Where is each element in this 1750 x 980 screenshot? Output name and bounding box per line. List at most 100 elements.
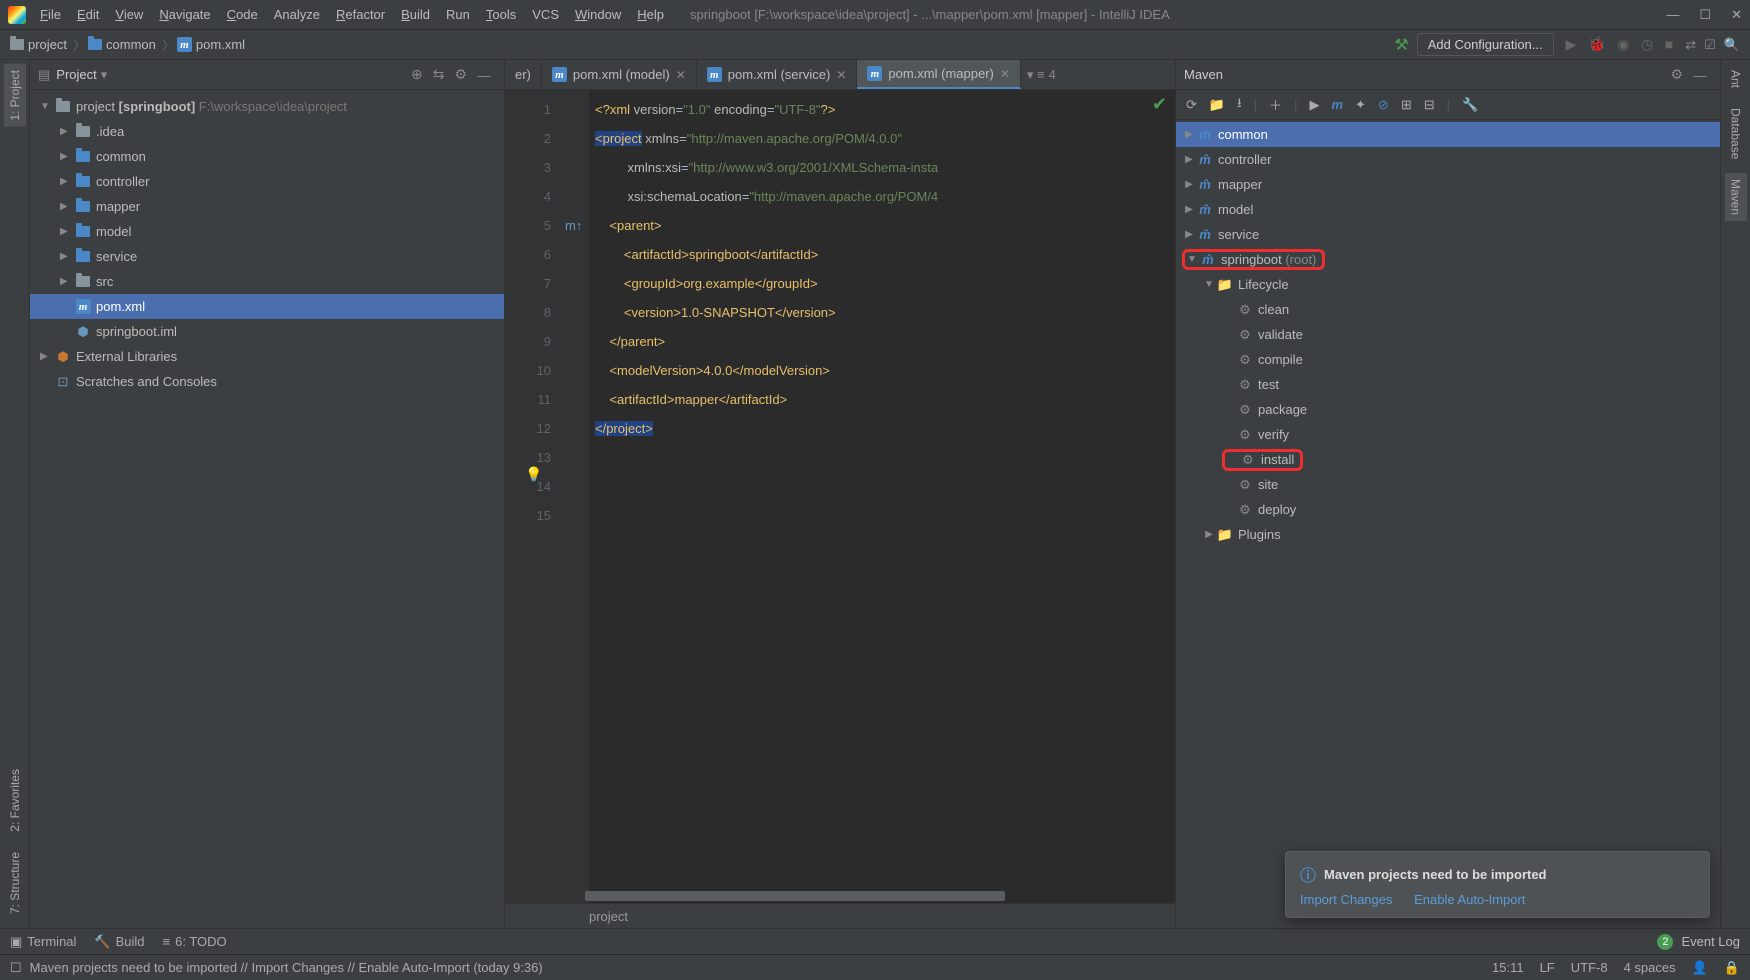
menu-vcs[interactable]: VCS: [526, 5, 565, 24]
event-log-tab[interactable]: Event Log: [1681, 934, 1740, 949]
editor-tab[interactable]: mpom.xml (service)✕: [697, 60, 858, 89]
breadcrumb-item[interactable]: mpom.xml: [177, 37, 245, 52]
minimize-button[interactable]: —: [1666, 7, 1679, 23]
settings-icon[interactable]: ⚙: [454, 66, 467, 83]
caret-position[interactable]: 15:11: [1492, 960, 1524, 975]
download-sources-icon[interactable]: ⭳: [1237, 94, 1242, 116]
project-tree-item[interactable]: ⬢springboot.iml: [30, 319, 504, 344]
close-button[interactable]: ✕: [1731, 7, 1742, 23]
code-editor[interactable]: <?xml version="1.0" encoding="UTF-8"?><p…: [589, 90, 1175, 903]
close-tab-icon[interactable]: ✕: [676, 68, 686, 82]
indent-info[interactable]: 4 spaces: [1624, 960, 1676, 975]
maven-tree-item[interactable]: ⚙install: [1176, 447, 1720, 472]
editor-tab[interactable]: mpom.xml (model)✕: [542, 60, 697, 89]
maximize-button[interactable]: ☐: [1699, 7, 1711, 23]
run-maven-icon[interactable]: ▶: [1309, 97, 1319, 113]
build-icon[interactable]: ⚒: [1394, 35, 1408, 55]
maven-tree-item[interactable]: ▶m̂mapper: [1176, 172, 1720, 197]
vcs-commit-icon[interactable]: ☑: [1704, 37, 1716, 53]
menu-build[interactable]: Build: [395, 5, 436, 24]
favorites-tool-tab[interactable]: 2: Favorites: [4, 763, 26, 838]
maven-tree-item[interactable]: ⚙site: [1176, 472, 1720, 497]
project-tree-item[interactable]: ▶src: [30, 269, 504, 294]
toggle-skip-tests-icon[interactable]: ⊘: [1378, 97, 1389, 113]
line-separator[interactable]: LF: [1540, 960, 1555, 975]
maven-tree-item[interactable]: ⚙clean: [1176, 297, 1720, 322]
maven-settings-icon[interactable]: ⚙: [1670, 66, 1683, 83]
project-tree-item[interactable]: ▼project [springboot] F:\workspace\idea\…: [30, 94, 504, 119]
project-tree-item[interactable]: ▶model: [30, 219, 504, 244]
collapse-all-icon[interactable]: ⊟: [1424, 97, 1435, 113]
menu-tools[interactable]: Tools: [480, 5, 522, 24]
maven-tree-item[interactable]: ⚙verify: [1176, 422, 1720, 447]
add-maven-project-icon[interactable]: ＋: [1269, 95, 1282, 114]
show-dependencies-icon[interactable]: ⊞: [1401, 97, 1412, 113]
editor-tab[interactable]: er): [505, 60, 542, 89]
maven-tree-item[interactable]: ⚙deploy: [1176, 497, 1720, 522]
inspections-icon[interactable]: 👤: [1692, 960, 1708, 976]
menu-help[interactable]: Help: [631, 5, 670, 24]
project-tree-item[interactable]: ▶.idea: [30, 119, 504, 144]
database-tool-tab[interactable]: Database: [1725, 102, 1747, 165]
structure-tool-tab[interactable]: 7: Structure: [4, 846, 26, 920]
maven-tree-item[interactable]: ▶m̂service: [1176, 222, 1720, 247]
menu-refactor[interactable]: Refactor: [330, 5, 391, 24]
more-tabs-button[interactable]: ▾ ≡4: [1021, 60, 1062, 89]
maven-tree-item[interactable]: ⚙package: [1176, 397, 1720, 422]
reimport-icon[interactable]: ⟳: [1186, 97, 1197, 113]
toggle-offline-icon[interactable]: ✦: [1355, 97, 1366, 113]
stop-icon[interactable]: ■: [1665, 36, 1673, 52]
maven-tree-item[interactable]: ▼📁Lifecycle: [1176, 272, 1720, 297]
build-tab[interactable]: 🔨Build: [94, 934, 144, 950]
maven-tree-item[interactable]: ▶m̂common: [1176, 122, 1720, 147]
import-changes-link[interactable]: Import Changes: [1300, 892, 1393, 907]
project-tree-item[interactable]: ▶controller: [30, 169, 504, 194]
close-tab-icon[interactable]: ✕: [836, 68, 846, 82]
project-tree-item[interactable]: ▶service: [30, 244, 504, 269]
project-tree-item[interactable]: ⊡Scratches and Consoles: [30, 369, 504, 394]
todo-tab[interactable]: ≡6: TODO: [163, 934, 227, 949]
hide-panel-icon[interactable]: —: [477, 67, 491, 83]
generate-sources-icon[interactable]: 📁: [1209, 97, 1225, 113]
run-icon[interactable]: ▶: [1566, 36, 1577, 52]
ant-tool-tab[interactable]: Ant: [1725, 64, 1747, 94]
execute-maven-goal-icon[interactable]: m: [1331, 97, 1343, 112]
horizontal-scrollbar[interactable]: [585, 891, 1005, 901]
menu-edit[interactable]: Edit: [71, 5, 105, 24]
breadcrumb-item[interactable]: project: [10, 37, 67, 52]
maven-tree-item[interactable]: ⚙compile: [1176, 347, 1720, 372]
select-opened-file-icon[interactable]: ⊕: [411, 66, 423, 83]
terminal-tab[interactable]: ▣Terminal: [10, 934, 76, 950]
menu-view[interactable]: View: [109, 5, 149, 24]
editor-tab[interactable]: mpom.xml (mapper)✕: [857, 60, 1021, 89]
enable-auto-import-link[interactable]: Enable Auto-Import: [1414, 892, 1525, 907]
maven-tree-item[interactable]: ▶m̂model: [1176, 197, 1720, 222]
menu-code[interactable]: Code: [221, 5, 264, 24]
project-tree-item[interactable]: ▶mapper: [30, 194, 504, 219]
file-encoding[interactable]: UTF-8: [1571, 960, 1608, 975]
coverage-icon[interactable]: ◉: [1617, 36, 1629, 52]
maven-tree-item[interactable]: ▶📁Plugins: [1176, 522, 1720, 547]
debug-icon[interactable]: 🐞: [1588, 36, 1605, 52]
breadcrumb-item[interactable]: common: [88, 37, 156, 52]
lock-icon[interactable]: 🔒: [1724, 960, 1740, 976]
project-panel-title[interactable]: Project: [56, 67, 96, 82]
project-tree-item[interactable]: ▶⬢External Libraries: [30, 344, 504, 369]
maven-tree-item[interactable]: ⚙test: [1176, 372, 1720, 397]
maven-tree[interactable]: ▶m̂common▶m̂controller▶m̂mapper▶m̂model▶…: [1176, 120, 1720, 928]
maven-tool-tab[interactable]: Maven: [1725, 173, 1747, 221]
add-configuration-button[interactable]: Add Configuration...: [1417, 33, 1554, 56]
menu-navigate[interactable]: Navigate: [153, 5, 216, 24]
maven-tree-item[interactable]: ⚙validate: [1176, 322, 1720, 347]
project-tree[interactable]: ▼project [springboot] F:\workspace\idea\…: [30, 90, 504, 928]
maven-tree-item[interactable]: ▶m̂controller: [1176, 147, 1720, 172]
editor-breadcrumb[interactable]: project: [505, 903, 1175, 928]
profile-icon[interactable]: ◷: [1641, 36, 1653, 52]
project-tree-item[interactable]: ▶common: [30, 144, 504, 169]
project-tree-item[interactable]: mpom.xml: [30, 294, 504, 319]
menu-analyze[interactable]: Analyze: [268, 5, 326, 24]
search-everywhere-icon[interactable]: 🔍: [1724, 37, 1740, 53]
maven-wrench-icon[interactable]: 🔧: [1462, 97, 1478, 113]
project-view-dropdown-icon[interactable]: ▾: [101, 67, 108, 83]
menu-run[interactable]: Run: [440, 5, 476, 24]
